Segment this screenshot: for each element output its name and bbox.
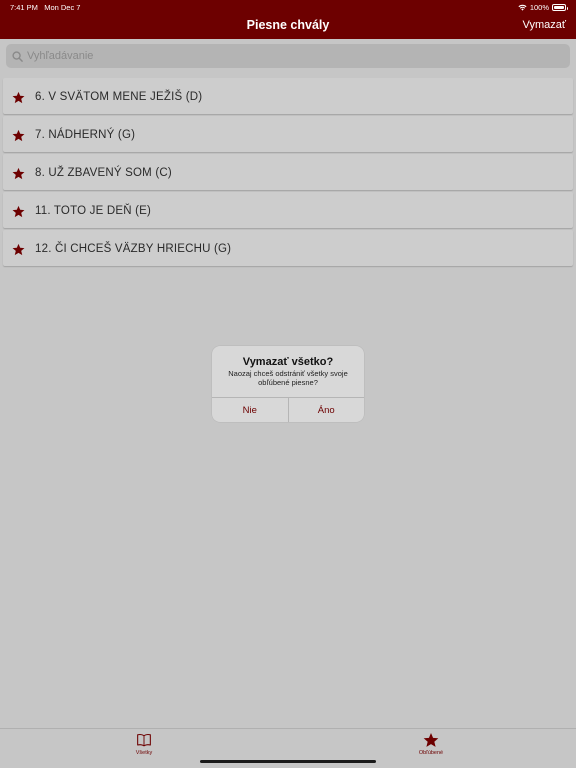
- list-item[interactable]: 7. NÁDHERNÝ (G): [3, 116, 573, 152]
- battery-percent: 100%: [529, 3, 549, 12]
- search-input[interactable]: [27, 50, 547, 62]
- search-field[interactable]: [6, 44, 570, 68]
- song-title: 7. NÁDHERNÝ (G): [35, 129, 136, 141]
- song-title: 8. UŽ ZBAVENÝ SOM (C): [35, 167, 172, 179]
- list-item[interactable]: 12. ČI CHCEŠ VÄZBY HRIECHU (G): [3, 230, 573, 266]
- tab-all[interactable]: Všetky: [114, 732, 174, 756]
- clear-all-button[interactable]: Vymazať: [523, 19, 566, 31]
- navigation-bar: Piesne chvály Vymazať: [0, 14, 576, 39]
- status-clock: 7:41 PM: [10, 3, 38, 12]
- star-icon: [12, 243, 25, 256]
- star-icon: [12, 129, 25, 142]
- page-title: Piesne chvály: [246, 18, 330, 32]
- tab-favorites-label: Obľúbené: [418, 750, 444, 756]
- list-item[interactable]: 11. TOTO JE DEŇ (E): [3, 192, 573, 228]
- favorites-list: 6. V SVÄTOM MENE JEŽIŠ (D) 7. NÁDHERNÝ (…: [0, 78, 576, 268]
- status-right: 100%: [518, 3, 568, 12]
- no-button[interactable]: Nie: [212, 398, 288, 422]
- home-indicator: [200, 760, 376, 763]
- tab-all-label: Všetky: [135, 750, 153, 756]
- song-title: 12. ČI CHCEŠ VÄZBY HRIECHU (G): [35, 243, 232, 255]
- star-icon: [12, 167, 25, 180]
- star-icon: [423, 733, 439, 747]
- wifi-icon: [518, 4, 527, 11]
- status-bar: 7:41 PM Mon Dec 7 100%: [0, 0, 576, 14]
- star-icon: [12, 205, 25, 218]
- book-icon: [137, 734, 151, 747]
- list-item[interactable]: 6. V SVÄTOM MENE JEŽIŠ (D): [3, 78, 573, 114]
- battery-icon: [552, 4, 568, 11]
- song-title: 11. TOTO JE DEŇ (E): [35, 205, 152, 217]
- list-item[interactable]: 8. UŽ ZBAVENÝ SOM (C): [3, 154, 573, 190]
- yes-button[interactable]: Áno: [287, 398, 365, 422]
- dialog-buttons: Nie Áno: [212, 397, 364, 422]
- song-title: 6. V SVÄTOM MENE JEŽIŠ (D): [35, 91, 203, 103]
- status-date: Mon Dec 7: [44, 3, 81, 12]
- search-icon: [12, 50, 23, 62]
- dialog-title: Vymazať všetko?: [242, 356, 334, 368]
- search-bar: [0, 39, 576, 75]
- dialog-message: Naozaj chceš odstrániť všetky svoje obľú…: [228, 369, 348, 387]
- tab-favorites[interactable]: Obľúbené: [401, 732, 461, 756]
- clear-confirm-dialog: Vymazať všetko? Naozaj chceš odstrániť v…: [212, 346, 364, 422]
- star-icon: [12, 91, 25, 104]
- status-time: 7:41 PM Mon Dec 7: [10, 3, 80, 12]
